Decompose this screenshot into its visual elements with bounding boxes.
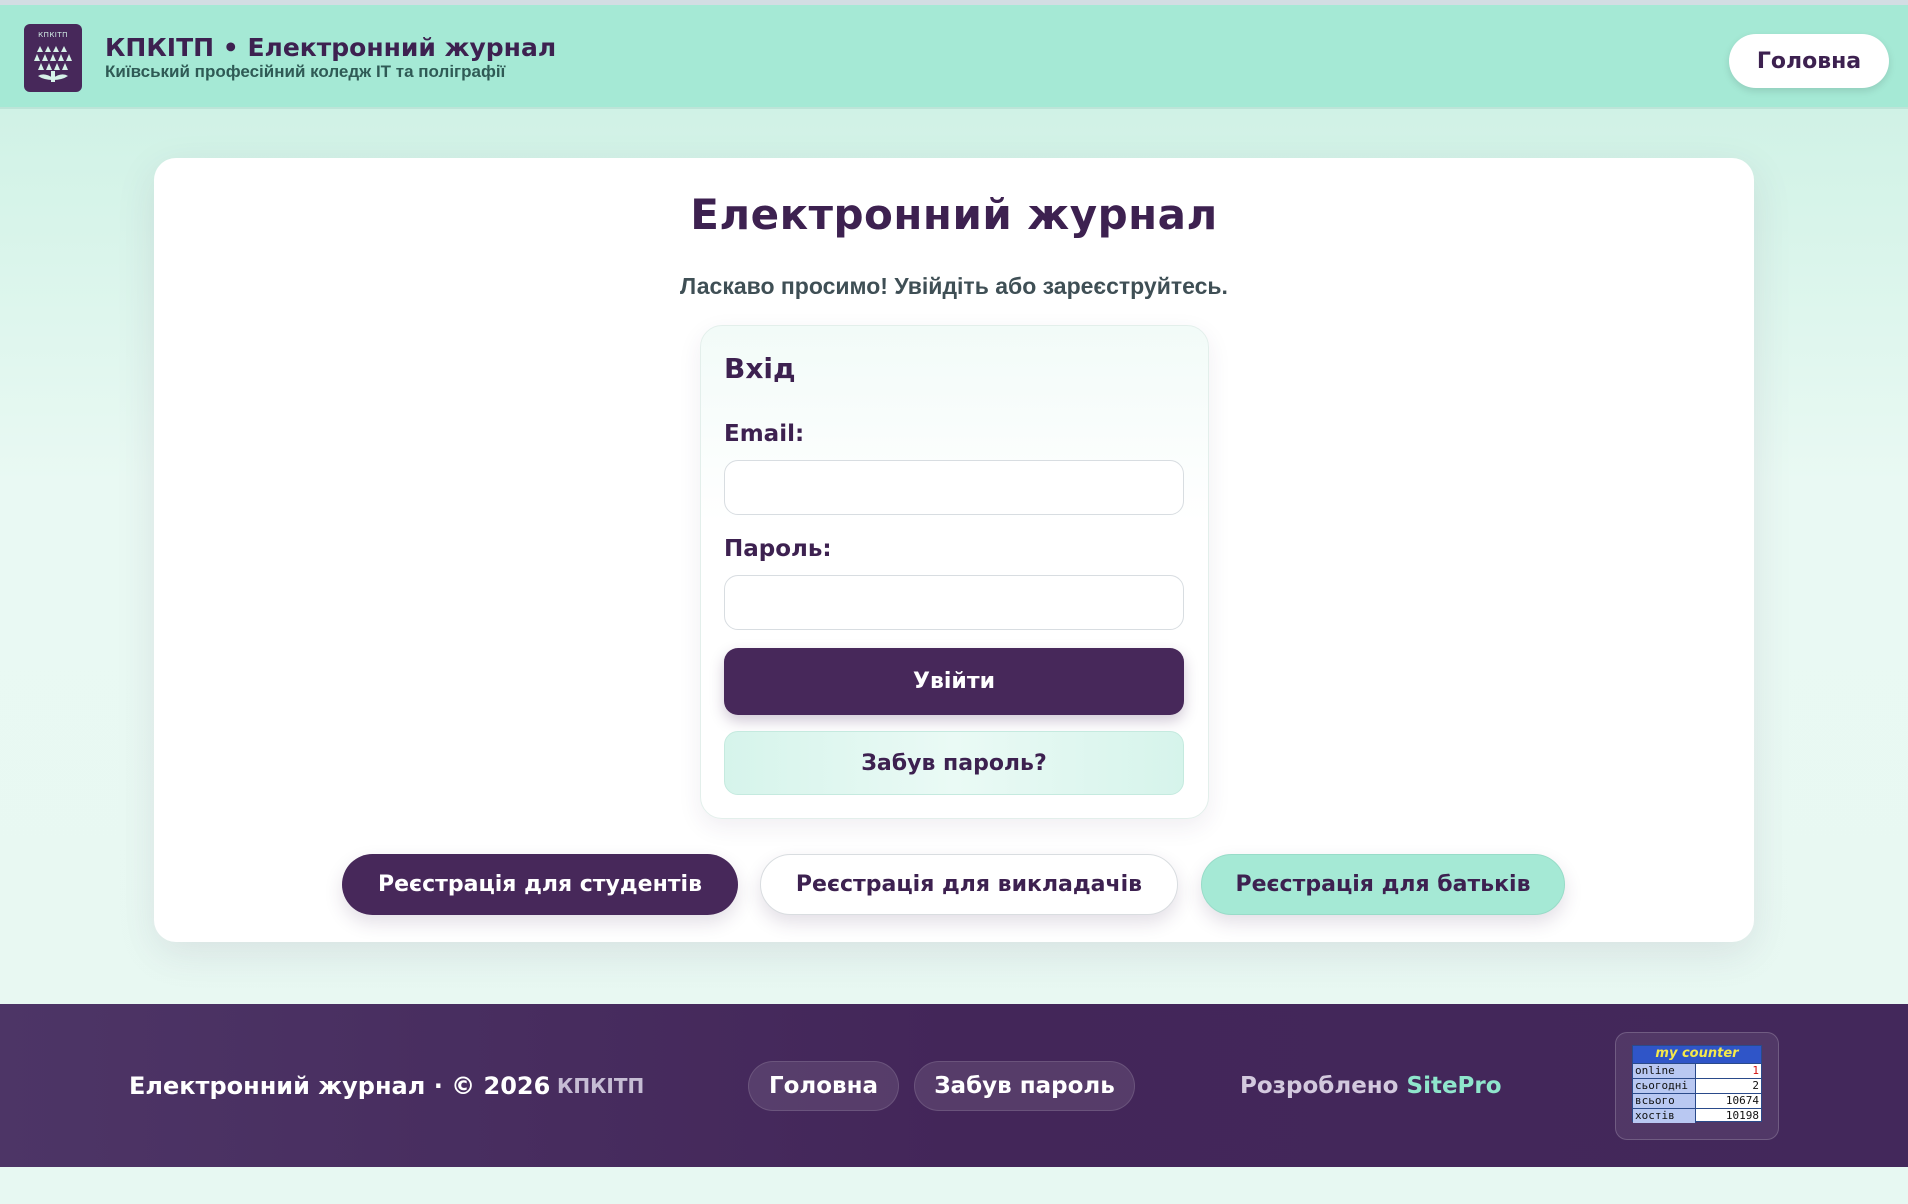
- counter-value: 2: [1695, 1079, 1761, 1093]
- counter-row: сьогодні 2: [1633, 1078, 1761, 1093]
- site-title: КПКІТП • Електронний журнал: [105, 33, 557, 62]
- college-logo[interactable]: КПКІТП: [24, 24, 82, 92]
- counter-label: сьогодні: [1633, 1079, 1695, 1093]
- header-home-button[interactable]: Головна: [1729, 34, 1889, 88]
- counter-label: хостів: [1633, 1109, 1695, 1123]
- counter-row: хостів 10198: [1633, 1108, 1761, 1123]
- counter-value: 10674: [1695, 1094, 1761, 1108]
- counter-label: всього: [1633, 1094, 1695, 1108]
- footer-home-link[interactable]: Головна: [748, 1061, 899, 1111]
- brand-block: КПКІТП • Електронний журнал Київський пр…: [105, 33, 556, 81]
- developer-link[interactable]: SitePro: [1407, 1073, 1502, 1099]
- counter-row: всього 10674: [1633, 1093, 1761, 1108]
- register-parents-button[interactable]: Реєстрація для батьків: [1201, 854, 1565, 915]
- page-title: Електронний журнал: [690, 190, 1218, 239]
- email-input[interactable]: [724, 460, 1184, 515]
- counter-title: my counter: [1633, 1046, 1761, 1063]
- password-input[interactable]: [724, 575, 1184, 630]
- site-header: КПКІТП КПКІТП • Електронний журнал Київс…: [0, 5, 1908, 109]
- visit-counter[interactable]: my counter online 1 сьогодні 2 всього 10…: [1632, 1045, 1762, 1123]
- site-subtitle: Київський професійний коледж ІТ та поліг…: [105, 62, 506, 81]
- register-teachers-button[interactable]: Реєстрація для викладачів: [760, 854, 1178, 915]
- footer-forgot-link[interactable]: Забув пароль: [914, 1061, 1135, 1111]
- tree-emblem-icon: [34, 45, 72, 82]
- page-bottom: [0, 1167, 1908, 1204]
- welcome-text: Ласкаво просимо! Увійдіть або зареєструй…: [680, 273, 1228, 299]
- counter-label: online: [1633, 1064, 1695, 1078]
- login-button[interactable]: Увійти: [724, 648, 1184, 715]
- footer-copyright: Електронний журнал · © 2026: [129, 1072, 551, 1100]
- counter-value: 1: [1695, 1064, 1761, 1078]
- email-label: Email:: [724, 421, 805, 447]
- password-label: Пароль:: [724, 536, 832, 562]
- forgot-password-button[interactable]: Забув пароль?: [724, 731, 1184, 795]
- footer-brand: КПКІТП: [557, 1074, 645, 1098]
- footer-developer: Розроблено SitePro: [1240, 1073, 1502, 1099]
- developer-prefix: Розроблено: [1240, 1073, 1399, 1099]
- register-students-button[interactable]: Реєстрація для студентів: [342, 854, 738, 915]
- login-title: Вхід: [724, 352, 796, 385]
- counter-value: 10198: [1695, 1109, 1761, 1123]
- logo-label: КПКІТП: [38, 30, 68, 39]
- counter-row: online 1: [1633, 1063, 1761, 1078]
